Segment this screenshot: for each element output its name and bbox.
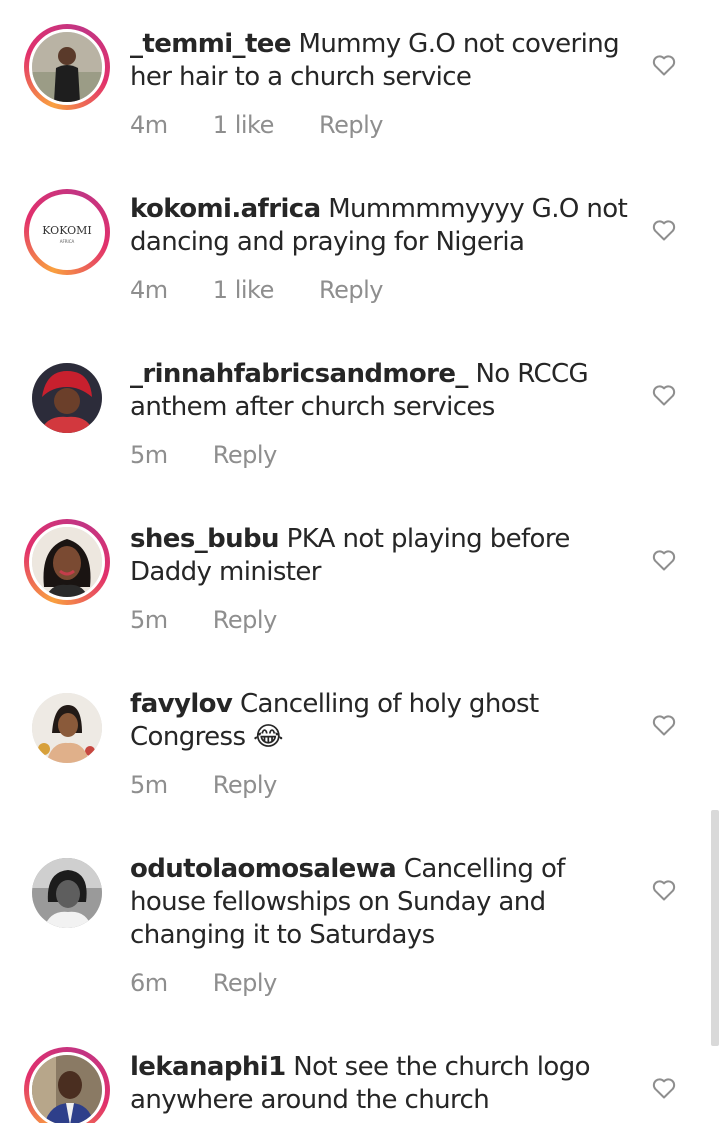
comment-username[interactable]: favylov [130, 689, 233, 719]
scrollbar[interactable] [711, 810, 719, 1046]
avatar[interactable] [32, 858, 102, 928]
comment-body: _temmi_tee Mummy G.O not covering her ha… [130, 28, 630, 94]
avatar-story-ring[interactable]: KOKOMI AFRICA [24, 189, 110, 275]
comment-meta: 5m Reply [130, 441, 277, 469]
heart-icon[interactable] [652, 384, 676, 406]
person-photo-icon [32, 693, 102, 763]
reply-button[interactable]: Reply [213, 606, 277, 634]
comment-body: odutolaomosalewa Cancelling of house fel… [130, 853, 630, 952]
comment-likes[interactable]: 1 like [213, 111, 275, 139]
avatar-wrapper[interactable] [24, 850, 110, 936]
comment-body: kokomi.africa Mummmmyyyy G.O not dancing… [130, 193, 630, 259]
person-photo-icon [32, 32, 102, 102]
svg-text:KOKOMI: KOKOMI [42, 224, 92, 237]
comment-username[interactable]: shes_bubu [130, 524, 280, 554]
comment-time: 4m [130, 276, 168, 304]
heart-icon[interactable] [652, 1077, 676, 1099]
person-photo-icon [32, 858, 102, 928]
person-photo-icon [32, 363, 102, 433]
avatar[interactable] [29, 29, 105, 105]
comment-time: 4m [130, 111, 168, 139]
avatar[interactable] [29, 524, 105, 600]
comment-likes[interactable]: 1 like [213, 276, 275, 304]
comment-time: 5m [130, 771, 168, 799]
kokomi-logo: KOKOMI AFRICA [32, 197, 102, 267]
comment-time: 5m [130, 441, 168, 469]
comment-username[interactable]: lekanaphi1 [130, 1052, 286, 1082]
heart-icon[interactable] [652, 549, 676, 571]
comment-username[interactable]: odutolaomosalewa [130, 854, 397, 884]
comment-body: lekanaphi1 Not see the church logo anywh… [130, 1051, 630, 1117]
heart-icon[interactable] [652, 714, 676, 736]
comment-username[interactable]: _temmi_tee [130, 29, 291, 59]
avatar[interactable]: KOKOMI AFRICA [29, 194, 105, 270]
comment-meta: 5m Reply [130, 606, 277, 634]
avatar-story-ring[interactable] [24, 519, 110, 605]
comment-time: 5m [130, 606, 168, 634]
avatar[interactable] [32, 363, 102, 433]
heart-icon[interactable] [652, 879, 676, 901]
reply-button[interactable]: Reply [213, 441, 277, 469]
person-photo-icon [32, 1055, 102, 1125]
reply-button[interactable]: Reply [213, 969, 277, 997]
comment-body: _rinnahfabricsandmore_ No RCCG anthem af… [130, 358, 630, 424]
comment-username[interactable]: _rinnahfabricsandmore_ [130, 359, 468, 389]
comment-meta: 5m Reply [130, 771, 277, 799]
avatar[interactable] [29, 1052, 105, 1128]
heart-icon[interactable] [652, 54, 676, 76]
reply-button[interactable]: Reply [319, 276, 383, 304]
avatar-wrapper[interactable] [24, 685, 110, 771]
reply-button[interactable]: Reply [213, 771, 277, 799]
comment-meta: 4m 1 like Reply [130, 111, 383, 139]
avatar-story-ring[interactable] [24, 1047, 110, 1131]
avatar-wrapper[interactable] [24, 355, 110, 441]
comment-meta: 6m Reply [130, 969, 277, 997]
comment-body: shes_bubu PKA not playing before Daddy m… [130, 523, 630, 589]
bottom-edge [0, 1123, 720, 1131]
comments-screen: _temmi_tee Mummy G.O not covering her ha… [0, 0, 720, 1131]
avatar-story-ring[interactable] [24, 24, 110, 110]
avatar[interactable] [32, 693, 102, 763]
laughing-emoji: 😂 [253, 722, 283, 752]
person-photo-icon [32, 527, 102, 597]
comment-body: favylov Cancelling of holy ghost Congres… [130, 688, 630, 754]
reply-button[interactable]: Reply [319, 111, 383, 139]
heart-icon[interactable] [652, 219, 676, 241]
svg-text:AFRICA: AFRICA [60, 239, 75, 244]
comment-meta: 4m 1 like Reply [130, 276, 383, 304]
comment-username[interactable]: kokomi.africa [130, 194, 321, 224]
comment-time: 6m [130, 969, 168, 997]
